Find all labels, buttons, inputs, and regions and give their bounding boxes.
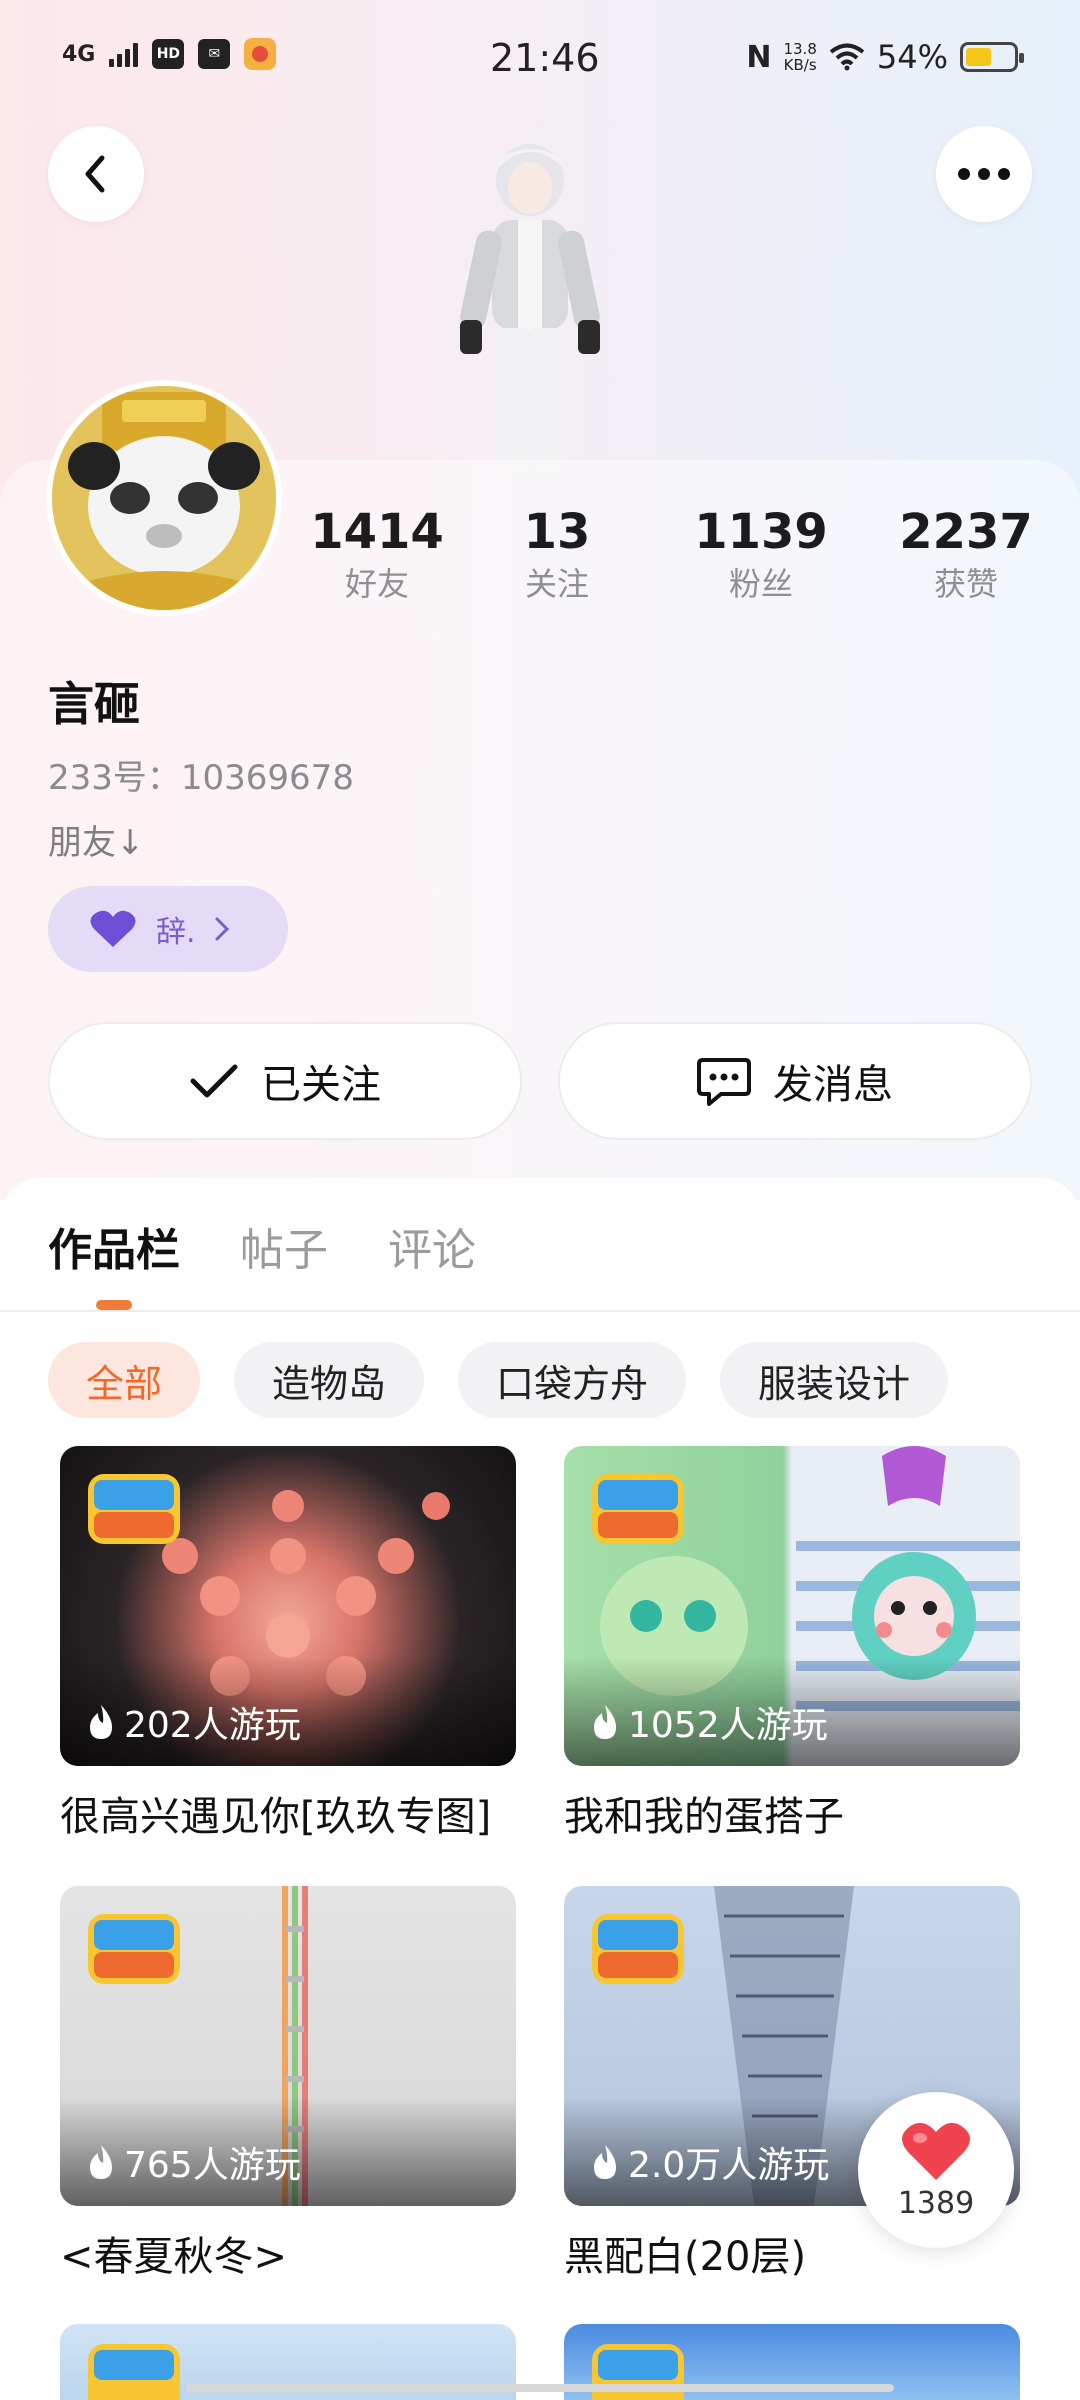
status-bar: 4G HD ✉ 21:46 N 13.8 KB/s 54% [0,0,1080,120]
flame-icon [90,2145,112,2179]
profile-tabs: 作品栏 帖子 评论 [48,1214,476,1278]
tab-posts[interactable]: 帖子 [240,1214,328,1278]
stat-value: 13 [523,504,591,560]
zaowudao-logo [88,1914,180,1984]
more-options-button[interactable] [936,126,1032,222]
stat-following[interactable]: 13 关注 [467,502,647,606]
relationship-tag-label: 辞. [156,915,196,950]
home-indicator[interactable] [186,2384,894,2392]
chip-fashion-design[interactable]: 服装设计 [720,1342,949,1418]
chip-all[interactable]: 全部 [48,1342,201,1418]
stat-label: 粉丝 [728,565,793,603]
user-id: 233号：10369678 [48,758,354,798]
message-notification-icon: ✉ [198,39,231,69]
chip-koudaifangzhou[interactable]: 口袋方舟 [458,1342,687,1418]
back-button[interactable] [48,126,144,222]
stats-row: 1414 好友 13 关注 1139 粉丝 2237 获赞 [0,502,1080,622]
followed-button[interactable]: 已关注 [48,1022,522,1140]
play-count-text: 765人游玩 [124,2145,301,2186]
tabs-divider [0,1310,1080,1312]
battery-percent: 54% [876,38,948,76]
heart-icon [902,2122,970,2180]
stat-label: 好友 [344,565,409,603]
chevron-left-icon [85,155,105,193]
network-type: 4G [62,41,96,67]
stat-value: 1139 [694,504,828,560]
app-notification-icon [244,38,277,70]
stat-value: 1414 [310,504,444,560]
active-tab-indicator [96,1300,132,1310]
chip-zaowudao[interactable]: 造物岛 [234,1342,425,1418]
heart-icon [90,910,136,947]
character-figure [460,144,600,470]
stat-value: 2237 [899,504,1033,560]
chevron-right-icon [215,917,229,941]
followed-button-label: 已关注 [261,1062,381,1108]
more-dots-icon [958,168,1010,180]
status-time: 21:46 [490,36,600,80]
like-float-button[interactable]: 1389 [858,2092,1014,2248]
network-speed: 13.8 KB/s [783,41,816,73]
work-title: 我和我的蛋搭子 [564,1794,844,1840]
stat-friends[interactable]: 1414 好友 [287,502,467,606]
play-count: 2.0万人游玩 [590,2136,829,2188]
zaowudao-logo [88,1474,180,1544]
send-message-button[interactable]: 发消息 [558,1022,1032,1140]
check-icon [190,1064,238,1098]
play-count: 765人游玩 [86,2136,301,2188]
network-speed-value: 13.8 [783,40,817,58]
work-title: 很高兴遇见你[玖玖专图] [60,1794,492,1840]
hd-icon: HD [152,39,185,69]
stat-likes[interactable]: 2237 获赞 [876,502,1056,606]
signal-icon [109,41,139,67]
battery-icon [960,42,1024,72]
play-count-text: 1052人游玩 [628,1705,828,1746]
flame-icon [594,1705,616,1739]
chat-bubble-icon [697,1058,751,1106]
stat-label: 获赞 [933,565,998,603]
like-count: 1389 [897,2185,975,2221]
status-right-icons: N 13.8 KB/s 54% [746,38,1024,76]
flame-icon [594,2145,616,2179]
work-title: <春夏秋冬> [60,2234,288,2280]
tab-comments[interactable]: 评论 [388,1214,476,1278]
flame-icon [90,1705,112,1739]
nfc-icon: N [746,39,772,75]
category-filter: 全部 造物岛 口袋方舟 服装设计 [48,1342,949,1418]
relationship-tag[interactable]: 辞. [48,886,288,972]
play-count-text: 202人游玩 [124,1705,301,1746]
play-count: 1052人游玩 [590,1696,828,1748]
send-message-label: 发消息 [773,1062,893,1108]
status-left-icons: 4G HD ✉ [62,38,277,70]
play-count-text: 2.0万人游玩 [628,2145,830,2186]
user-signature: 朋友↓ [48,823,145,863]
username: 言砸 [48,677,140,731]
zaowudao-logo [88,2344,180,2400]
zaowudao-logo [592,1474,684,1544]
zaowudao-logo [592,1914,684,1984]
stat-label: 关注 [524,565,589,603]
play-count: 202人游玩 [86,1696,301,1748]
tab-works[interactable]: 作品栏 [48,1214,180,1278]
network-speed-unit: KB/s [783,56,817,74]
wifi-icon [829,43,865,71]
stat-fans[interactable]: 1139 粉丝 [671,502,851,606]
battery-fill [966,48,991,66]
